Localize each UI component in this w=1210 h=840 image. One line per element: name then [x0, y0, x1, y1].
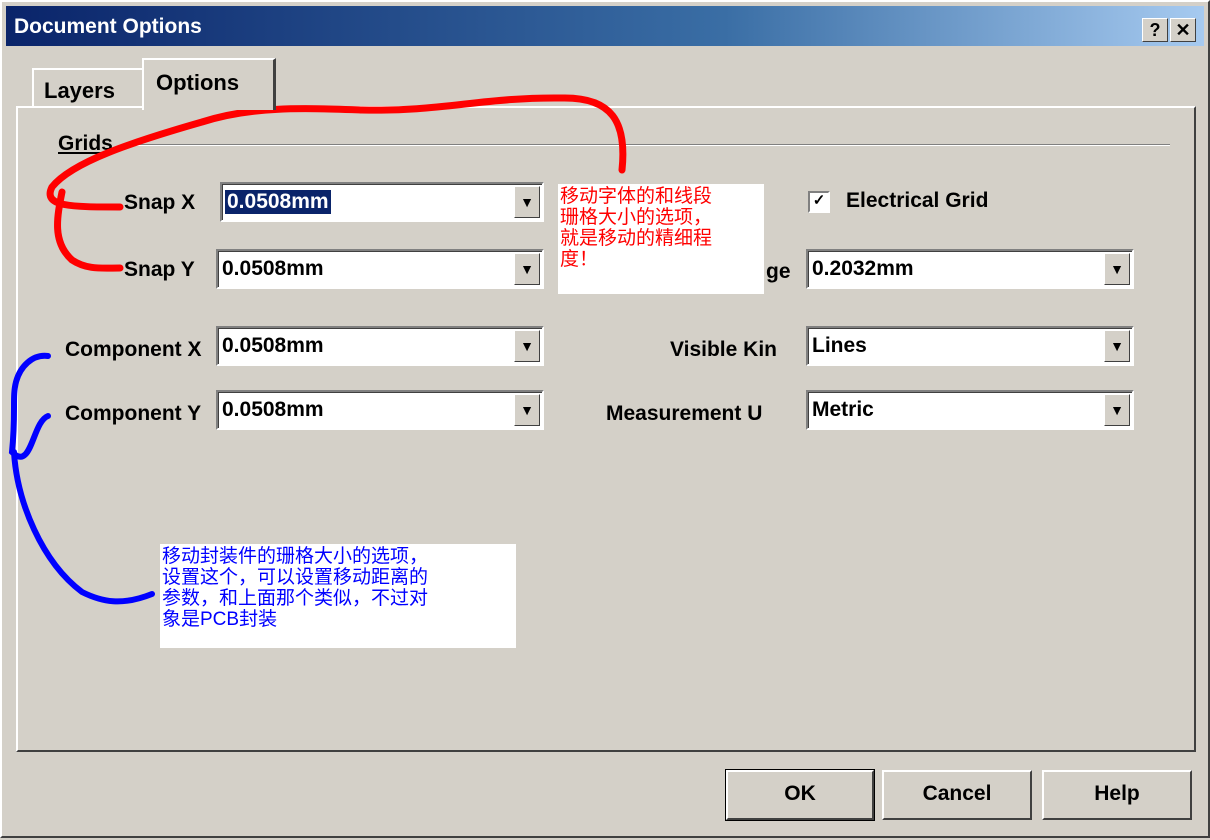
tab-options[interactable]: Options: [142, 58, 276, 110]
range-label: ge: [766, 260, 791, 283]
snap-x-value: 0.0508mm: [225, 190, 331, 214]
range-value: 0.2032mm: [812, 257, 914, 280]
snap-y-value: 0.0508mm: [222, 257, 324, 280]
measurement-unit-value: Metric: [812, 398, 874, 421]
close-icon[interactable]: ✕: [1170, 18, 1196, 42]
measurement-unit-combo[interactable]: Metric ▼: [806, 390, 1134, 430]
grids-group-label: Grids: [58, 132, 113, 155]
component-x-value: 0.0508mm: [222, 334, 324, 357]
snap-x-combo[interactable]: 0.0508mm ▼: [220, 182, 544, 222]
help-button[interactable]: Help: [1042, 770, 1192, 820]
check-icon: ✓: [812, 192, 826, 209]
title-bar[interactable]: Document Options ? ✕: [6, 6, 1204, 46]
help-title-button[interactable]: ?: [1142, 18, 1168, 42]
chevron-down-icon[interactable]: ▼: [1104, 330, 1130, 362]
snap-y-combo[interactable]: 0.0508mm ▼: [216, 249, 544, 289]
snap-y-label: Snap Y: [124, 258, 195, 281]
component-y-value: 0.0508mm: [222, 398, 324, 421]
window-title: Document Options: [14, 15, 202, 38]
red-annotation-note: 移动字体的和线段 珊格大小的选项， 就是移动的精细程 度！: [558, 184, 764, 294]
electrical-grid-checkbox[interactable]: ✓: [808, 191, 830, 213]
tab-options-label: Options: [156, 70, 240, 95]
visible-kind-combo[interactable]: Lines ▼: [806, 326, 1134, 366]
ok-button[interactable]: OK: [725, 769, 875, 821]
component-y-label: Component Y: [65, 402, 202, 425]
grids-group-divider: [132, 144, 1170, 146]
visible-kind-value: Lines: [812, 334, 867, 357]
chevron-down-icon[interactable]: ▼: [514, 330, 540, 362]
chevron-down-icon[interactable]: ▼: [514, 253, 540, 285]
range-combo[interactable]: 0.2032mm ▼: [806, 249, 1134, 289]
tab-layers[interactable]: Layers: [32, 68, 144, 108]
chevron-down-icon[interactable]: ▼: [1104, 394, 1130, 426]
electrical-grid-label: Electrical Grid: [846, 189, 989, 212]
chevron-down-icon[interactable]: ▼: [514, 186, 540, 218]
blue-annotation-note: 移动封装件的珊格大小的选项， 设置这个，可以设置移动距离的 参数，和上面那个类似…: [160, 544, 516, 648]
tab-layers-label: Layers: [44, 78, 115, 103]
document-options-dialog: Document Options ? ✕ Layers Options Grid…: [0, 0, 1210, 838]
cancel-button[interactable]: Cancel: [882, 770, 1032, 820]
component-x-label: Component X: [65, 338, 202, 361]
measurement-unit-label: Measurement U: [606, 402, 763, 425]
component-x-combo[interactable]: 0.0508mm ▼: [216, 326, 544, 366]
chevron-down-icon[interactable]: ▼: [514, 394, 540, 426]
snap-x-label: Snap X: [124, 191, 196, 214]
visible-kind-label: Visible Kin: [670, 338, 777, 361]
component-y-combo[interactable]: 0.0508mm ▼: [216, 390, 544, 430]
chevron-down-icon[interactable]: ▼: [1104, 253, 1130, 285]
